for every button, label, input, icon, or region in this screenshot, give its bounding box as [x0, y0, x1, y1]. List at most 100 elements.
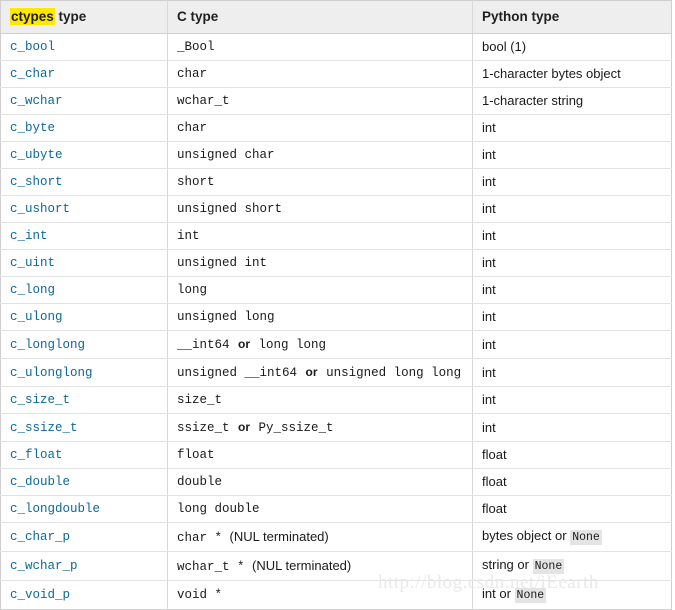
table-header-row: ctypes type C type Python type: [0, 0, 672, 34]
cell-c-type: size_t: [167, 386, 473, 414]
cell-ctypes-type: c_char: [0, 60, 168, 88]
cell-python-type: bool (1): [472, 33, 672, 61]
ctypes-type-link[interactable]: c_bool: [10, 40, 55, 54]
ctypes-type-link[interactable]: c_ssize_t: [10, 421, 78, 435]
cell-c-type: long double: [167, 495, 473, 523]
c-type-primary: ssize_t: [177, 421, 230, 435]
ctypes-keyword-highlight: ctypes: [10, 8, 55, 25]
cell-c-type: long: [167, 276, 473, 304]
ctypes-type-link[interactable]: c_double: [10, 475, 70, 489]
table-header: ctypes type C type Python type: [0, 0, 672, 34]
table-row: c_char_p char * (NUL terminated) bytes obj…: [0, 522, 672, 552]
python-type-primary: int: [482, 336, 496, 352]
cell-python-type: int: [472, 276, 672, 304]
ctypes-type-mapping-table: ctypes type C type Python type c_bool _Bo…: [0, 0, 672, 610]
ctypes-type-link[interactable]: c_long: [10, 283, 55, 297]
table-row: c_ssize_t ssize_t or Py_ssize_t int: [0, 413, 672, 442]
cell-c-type: short: [167, 168, 473, 196]
python-type-or-keyword: or: [499, 586, 511, 601]
ctypes-type-link[interactable]: c_char: [10, 67, 55, 81]
cell-c-type: void *: [167, 580, 473, 610]
cell-c-type: _Bool: [167, 33, 473, 61]
python-type-or-keyword: or: [517, 557, 529, 572]
cell-ctypes-type: c_long: [0, 276, 168, 304]
python-type-primary: int: [482, 201, 496, 216]
cell-ctypes-type: c_char_p: [0, 522, 168, 552]
python-type-primary: float: [482, 447, 507, 462]
table-row: c_uint unsigned int int: [0, 249, 672, 277]
table-row: c_size_t size_t int: [0, 386, 672, 414]
python-type-primary: int: [482, 174, 496, 189]
ctypes-type-link[interactable]: c_short: [10, 175, 63, 189]
c-type-primary: __int64: [177, 338, 230, 352]
cell-python-type: bytes object or None: [472, 522, 672, 552]
cell-ctypes-type: c_size_t: [0, 386, 168, 414]
c-type-alternate: unsigned long long: [326, 366, 462, 380]
cell-c-type: char: [167, 60, 473, 88]
cell-c-type: char: [167, 114, 473, 142]
c-type-primary: unsigned long: [177, 310, 275, 324]
cell-ctypes-type: c_wchar: [0, 87, 168, 115]
c-type-primary: wchar_t *: [177, 559, 245, 574]
c-type-alternate: long long: [258, 338, 327, 352]
ctypes-type-link[interactable]: c_wchar: [10, 94, 63, 108]
table-body: c_bool _Bool bool (1) c_char char 1-character…: [0, 33, 672, 610]
ctypes-type-link[interactable]: c_longlong: [10, 338, 85, 352]
cell-ctypes-type: c_longlong: [0, 330, 168, 359]
cell-ctypes-type: c_uint: [0, 249, 168, 277]
python-type-none-literal: None: [570, 530, 602, 545]
c-type-or-keyword: or: [305, 365, 318, 379]
c-type-alternate: Py_ssize_t: [258, 421, 334, 435]
cell-ctypes-type: c_byte: [0, 114, 168, 142]
cell-python-type: int: [472, 386, 672, 414]
ctypes-type-link[interactable]: c_ushort: [10, 202, 70, 216]
cell-c-type: float: [167, 441, 473, 469]
cell-python-type: int: [472, 168, 672, 196]
cell-python-type: int: [472, 330, 672, 359]
cell-python-type: 1-character string: [472, 87, 672, 115]
cell-c-type: unsigned char: [167, 141, 473, 169]
c-type-primary: char: [177, 121, 208, 135]
python-type-primary: int: [482, 282, 496, 297]
cell-c-type: wchar_t * (NUL terminated): [167, 551, 473, 581]
cell-ctypes-type: c_longdouble: [0, 495, 168, 523]
cell-ctypes-type: c_short: [0, 168, 168, 196]
cell-python-type: int: [472, 222, 672, 250]
cell-c-type: __int64 or long long: [167, 330, 473, 359]
ctypes-type-link[interactable]: c_void_p: [10, 588, 70, 602]
table-row: c_int int int: [0, 222, 672, 250]
table-row: c_ubyte unsigned char int: [0, 141, 672, 169]
ctypes-type-link[interactable]: c_int: [10, 229, 48, 243]
cell-python-type: float: [472, 468, 672, 496]
cell-c-type: double: [167, 468, 473, 496]
python-type-primary: int: [482, 309, 496, 324]
c-type-primary: int: [177, 229, 200, 243]
ctypes-type-link[interactable]: c_byte: [10, 121, 55, 135]
cell-python-type: int or None: [473, 581, 672, 610]
table-row: c_longdouble long double float: [0, 495, 672, 523]
ctypes-type-link[interactable]: c_char_p: [10, 530, 70, 544]
python-type-primary: string: [482, 557, 514, 572]
cell-python-type: int: [472, 195, 672, 223]
column-header-c-type: C type: [167, 0, 473, 34]
ctypes-type-link[interactable]: c_wchar_p: [10, 559, 78, 573]
page-root: ctypes type C type Python type c_bool _Bo…: [0, 0, 675, 610]
ctypes-type-link[interactable]: c_float: [10, 448, 63, 462]
ctypes-type-link[interactable]: c_uint: [10, 256, 55, 270]
c-type-note: (NUL terminated): [229, 528, 329, 544]
python-type-none-literal: None: [514, 588, 547, 603]
c-type-primary: short: [177, 175, 215, 189]
ctypes-type-link[interactable]: c_size_t: [10, 393, 70, 407]
python-type-or-keyword: or: [555, 528, 567, 543]
cell-c-type: int: [167, 222, 473, 250]
ctypes-type-link[interactable]: c_ulong: [10, 310, 63, 324]
cell-c-type: unsigned short: [167, 195, 473, 223]
ctypes-type-link[interactable]: c_ulonglong: [10, 366, 93, 380]
cell-ctypes-type: c_void_p: [0, 580, 168, 610]
python-type-primary: int: [482, 419, 496, 435]
ctypes-type-link[interactable]: c_longdouble: [10, 502, 100, 516]
python-type-primary: 1-character bytes object: [482, 66, 621, 81]
cell-python-type: int: [472, 358, 672, 387]
c-type-primary: unsigned char: [177, 148, 275, 162]
ctypes-type-link[interactable]: c_ubyte: [10, 148, 63, 162]
